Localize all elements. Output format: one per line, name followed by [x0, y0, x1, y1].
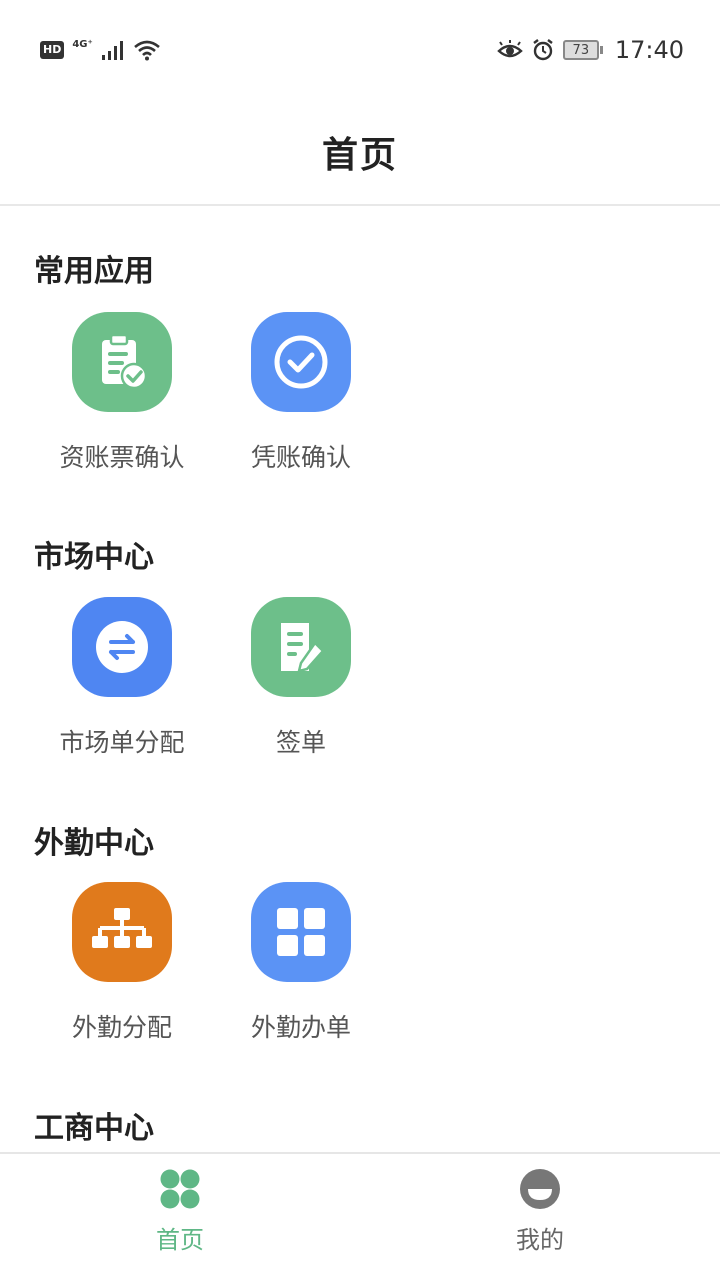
app-label: 外勤办单: [250, 1013, 351, 1042]
app-market-order-assign[interactable]: 市场单分配: [32, 597, 212, 759]
org-chart-icon: [72, 882, 172, 982]
app-sign-order[interactable]: 签单: [211, 597, 391, 759]
bottom-nav: 首页 我的: [0, 1152, 720, 1280]
check-circle-icon: [251, 312, 351, 412]
section-title: 外勤中心: [34, 826, 154, 861]
status-time: 17:40: [614, 36, 684, 64]
swap-arrows-icon: [72, 597, 172, 697]
nav-mine[interactable]: 我的: [360, 1154, 720, 1280]
signal-icon: [101, 41, 123, 60]
nav-home[interactable]: 首页: [0, 1154, 360, 1280]
app-voucher-confirm[interactable]: 凭账确认: [211, 312, 391, 474]
status-right: 73 17:40: [497, 36, 684, 64]
network-label: 4G⁺: [72, 38, 93, 50]
profile-icon: [520, 1169, 560, 1209]
alarm-icon: [533, 39, 553, 61]
nav-mine-label: 我的: [516, 1226, 564, 1254]
wifi-icon: [133, 40, 160, 61]
page-title: 首页: [321, 135, 398, 176]
grid-icon: [251, 882, 351, 982]
clover-home-icon: [160, 1169, 200, 1209]
document-edit-icon: [251, 597, 351, 697]
section-title: 常用应用: [34, 254, 154, 289]
section-title: 市场中心: [34, 540, 154, 575]
app-account-ticket-confirm[interactable]: 资账票确认: [32, 312, 212, 474]
app-screen: HD 4G⁺ 73 17:40 首页 常用应用 资账票确认 凭账确认 市场中心 …: [0, 0, 720, 1280]
app-label: 签单: [275, 728, 326, 757]
header: 首页: [0, 100, 720, 206]
app-field-assign[interactable]: 外勤分配: [32, 882, 212, 1044]
nav-home-label: 首页: [156, 1226, 204, 1254]
app-label: 资账票确认: [59, 443, 185, 472]
section-title: 工商中心: [34, 1111, 154, 1146]
app-field-process[interactable]: 外勤办单: [211, 882, 391, 1044]
main-content[interactable]: 常用应用 资账票确认 凭账确认 市场中心 市场单分配 签单 外勤中心 外勤分配 …: [0, 206, 720, 1152]
status-left: HD 4G⁺: [40, 39, 161, 61]
app-label: 市场单分配: [59, 728, 185, 757]
status-bar: HD 4G⁺ 73 17:40: [0, 0, 720, 100]
battery-tip: [599, 46, 603, 54]
app-label: 凭账确认: [250, 443, 351, 472]
battery-level: 73: [562, 40, 599, 60]
hd-badge: HD: [40, 41, 65, 59]
battery-indicator: 73: [562, 40, 603, 60]
clipboard-check-icon: [72, 312, 172, 412]
app-label: 外勤分配: [71, 1013, 172, 1042]
eye-icon: [497, 40, 523, 58]
